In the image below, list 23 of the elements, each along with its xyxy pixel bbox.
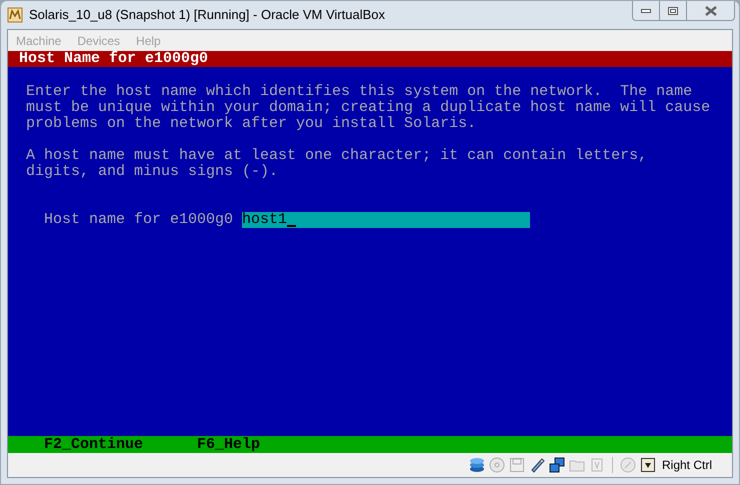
app-icon (7, 7, 23, 23)
minimize-icon (641, 8, 651, 12)
pen-icon[interactable] (528, 457, 545, 473)
console-text-line: must be unique within your domain; creating a duplicate host name will cause (26, 100, 710, 116)
window-title: Solaris_10_u8 (Snapshot 1) [Running] - Oracle VM VirtualBox (29, 6, 386, 24)
minimize-button[interactable] (632, 1, 660, 21)
console-header: Host Name for e1000g0 (19, 51, 208, 67)
network-icon[interactable] (548, 457, 565, 473)
host-key-label: Right Ctrl (662, 457, 712, 474)
function-key-hint: F6_Help (197, 436, 260, 452)
console-text-line: problems on the network after you install Solaris. (26, 116, 476, 132)
disk-stack-icon[interactable] (468, 457, 485, 473)
field-label: Host name for e1000g0 (44, 212, 234, 228)
function-key-hint: F2_Continue (44, 436, 144, 452)
close-icon (704, 6, 716, 16)
console-text-line: Enter the host name which identifies this system on the network. The name (26, 84, 692, 100)
maximize-icon (668, 6, 678, 14)
console-text-line: A host name must have at least one character; it can contain letters, (26, 148, 648, 164)
text-cursor (287, 225, 296, 227)
maximize-button[interactable] (660, 1, 687, 21)
hostname-input-field[interactable]: host1 (242, 212, 530, 228)
console-text-line: digits, and minus signs (-). (26, 164, 278, 180)
close-button[interactable] (687, 1, 735, 21)
